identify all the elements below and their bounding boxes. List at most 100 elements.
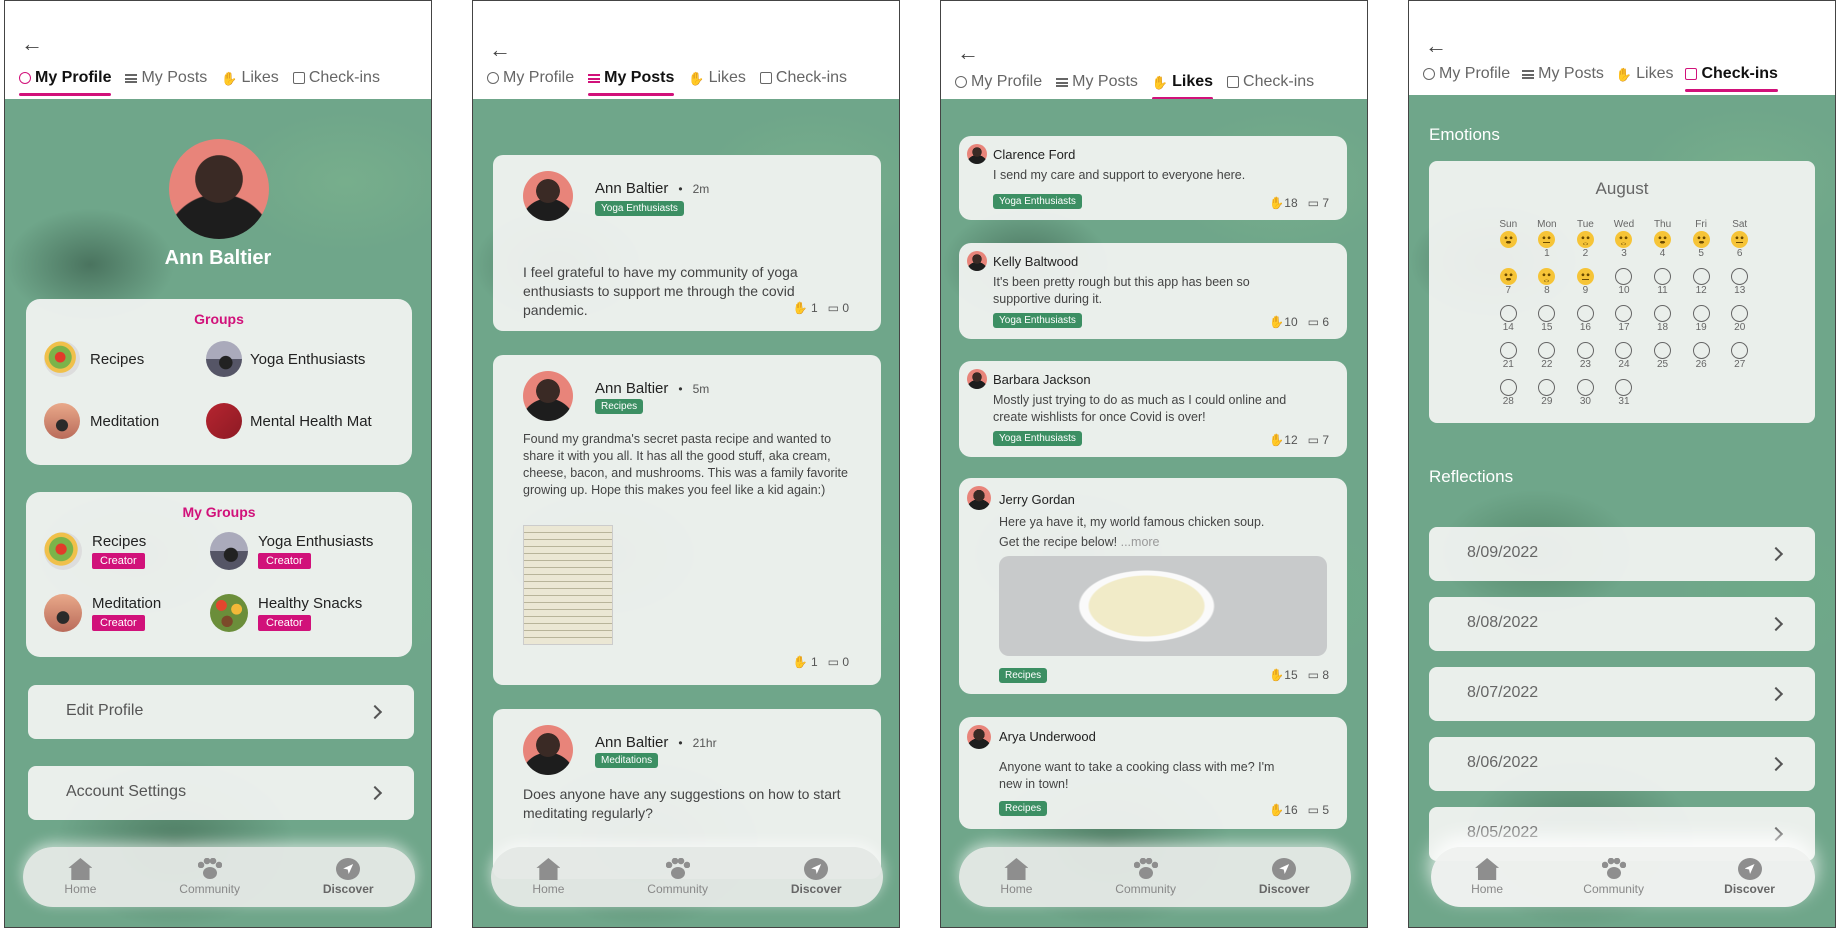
group-item[interactable]: Yoga Enthusiasts — [206, 341, 365, 377]
recipe-image[interactable] — [523, 525, 613, 645]
account-settings-button[interactable]: Account Settings — [28, 766, 414, 820]
nav-home[interactable]: Home — [64, 858, 96, 896]
post-card[interactable]: Ann Baltier • 2m Yoga Enthusiasts I feel… — [493, 155, 881, 331]
reflection-row[interactable]: 8/09/2022 — [1429, 527, 1815, 581]
tab-likes[interactable]: ✋ Likes — [688, 69, 746, 91]
calendar-day[interactable]: 20 — [1720, 305, 1759, 336]
nav-discover[interactable]: Discover — [791, 858, 842, 896]
calendar-day[interactable]: 31 — [1605, 379, 1644, 410]
read-more-link[interactable]: ...more — [1121, 535, 1160, 549]
back-arrow-icon[interactable]: ← — [21, 33, 43, 55]
calendar-day[interactable]: 7 — [1489, 268, 1528, 299]
comment-button[interactable]: ▭ 5 — [1308, 803, 1329, 817]
comment-button[interactable]: ▭ 0 — [828, 655, 849, 669]
calendar-day[interactable]: 2 — [1566, 231, 1605, 262]
group-item[interactable]: Mental Health Mat — [206, 403, 402, 439]
calendar-day[interactable]: 24 — [1605, 342, 1644, 373]
nav-community[interactable]: Community — [647, 858, 708, 896]
my-group-item[interactable]: Healthy Snacks Creator — [210, 594, 362, 632]
liked-post-card[interactable]: Jerry Gordan Here ya have it, my world f… — [959, 478, 1347, 694]
calendar-day[interactable]: 23 — [1566, 342, 1605, 373]
tab-my-profile[interactable]: My Profile — [487, 69, 574, 91]
clap-button[interactable]: ✋10 — [1269, 315, 1297, 329]
my-group-item[interactable]: Meditation Creator — [44, 594, 161, 632]
nav-home[interactable]: Home — [532, 858, 564, 896]
nav-home[interactable]: Home — [1471, 858, 1503, 896]
group-tag[interactable]: Yoga Enthusiasts — [595, 201, 684, 216]
calendar-day[interactable]: 26 — [1682, 342, 1721, 373]
calendar-day[interactable]: 28 — [1489, 379, 1528, 410]
tab-my-posts[interactable]: My Posts — [1056, 73, 1138, 95]
tab-my-posts[interactable]: My Posts — [1522, 65, 1604, 87]
group-tag[interactable]: Meditations — [595, 753, 659, 768]
liked-post-card[interactable]: Arya Underwood Anyone want to take a coo… — [959, 717, 1347, 829]
calendar-day[interactable]: 13 — [1720, 268, 1759, 299]
tab-check-ins[interactable]: Check-ins — [759, 69, 847, 91]
tab-check-ins[interactable]: Check-ins — [1227, 73, 1314, 95]
tab-my-profile[interactable]: My Profile — [1423, 65, 1510, 87]
back-arrow-icon[interactable]: ← — [1425, 35, 1447, 57]
calendar-day[interactable]: 25 — [1643, 342, 1682, 373]
tab-my-profile[interactable]: My Profile — [955, 73, 1042, 95]
clap-button[interactable]: ✋15 — [1269, 668, 1297, 682]
calendar-day[interactable]: 1 — [1528, 231, 1567, 262]
group-tag[interactable]: Yoga Enthusiasts — [993, 313, 1082, 328]
group-tag[interactable]: Yoga Enthusiasts — [993, 431, 1082, 446]
calendar-day[interactable]: 22 — [1528, 342, 1567, 373]
calendar-day[interactable]: 14 — [1489, 305, 1528, 336]
calendar-day[interactable]: 18 — [1643, 305, 1682, 336]
tab-my-profile[interactable]: My Profile — [19, 69, 112, 96]
tab-likes[interactable]: ✋ Likes — [221, 69, 279, 91]
calendar-day[interactable] — [1489, 231, 1528, 262]
clap-button[interactable]: ✋18 — [1269, 196, 1297, 210]
nav-discover[interactable]: Discover — [1724, 858, 1775, 896]
edit-profile-button[interactable]: Edit Profile — [28, 685, 414, 739]
reflection-row[interactable]: 8/08/2022 — [1429, 597, 1815, 651]
back-arrow-icon[interactable]: ← — [957, 42, 979, 64]
tab-my-posts[interactable]: My Posts — [588, 69, 675, 96]
group-tag[interactable]: Yoga Enthusiasts — [993, 194, 1082, 209]
clap-button[interactable]: ✋ 1 — [793, 655, 818, 669]
nav-home[interactable]: Home — [1000, 858, 1032, 896]
tab-my-posts[interactable]: My Posts — [125, 69, 207, 91]
calendar-day[interactable]: 19 — [1682, 305, 1721, 336]
calendar-day[interactable]: 9 — [1566, 268, 1605, 299]
calendar-day[interactable]: 3 — [1605, 231, 1644, 262]
nav-community[interactable]: Community — [1115, 858, 1176, 896]
tab-check-ins[interactable]: Check-ins — [1685, 65, 1779, 92]
group-tag[interactable]: Recipes — [999, 801, 1048, 816]
calendar-day[interactable]: 21 — [1489, 342, 1528, 373]
calendar-day[interactable]: 15 — [1528, 305, 1567, 336]
tab-likes[interactable]: ✋ Likes — [1616, 65, 1674, 87]
clap-button[interactable]: ✋12 — [1269, 433, 1297, 447]
calendar-day[interactable]: 17 — [1605, 305, 1644, 336]
group-tag[interactable]: Recipes — [595, 399, 644, 414]
group-item[interactable]: Recipes — [44, 341, 144, 377]
calendar-day[interactable]: 11 — [1643, 268, 1682, 299]
comment-button[interactable]: ▭ 7 — [1308, 433, 1329, 447]
nav-community[interactable]: Community — [1583, 858, 1644, 896]
comment-button[interactable]: ▭ 8 — [1308, 668, 1329, 682]
comment-button[interactable]: ▭ 0 — [828, 301, 849, 315]
tab-check-ins[interactable]: Check-ins — [292, 69, 380, 91]
post-card[interactable]: Ann Baltier • 5m Recipes Found my grandm… — [493, 355, 881, 685]
nav-discover[interactable]: Discover — [323, 858, 374, 896]
comment-button[interactable]: ▭ 7 — [1308, 196, 1329, 210]
calendar-day[interactable]: 29 — [1528, 379, 1567, 410]
group-item[interactable]: Meditation — [44, 403, 159, 439]
reflection-row[interactable]: 8/07/2022 — [1429, 667, 1815, 721]
calendar-day[interactable]: 10 — [1605, 268, 1644, 299]
calendar-day[interactable]: 30 — [1566, 379, 1605, 410]
my-group-item[interactable]: Recipes Creator — [44, 532, 146, 570]
calendar-day[interactable]: 4 — [1643, 231, 1682, 262]
calendar-day[interactable]: 12 — [1682, 268, 1721, 299]
liked-post-card[interactable]: Barbara Jackson Mostly just trying to do… — [959, 361, 1347, 457]
clap-button[interactable]: ✋16 — [1269, 803, 1297, 817]
calendar-day[interactable]: 16 — [1566, 305, 1605, 336]
group-tag[interactable]: Recipes — [999, 668, 1048, 683]
calendar-day[interactable]: 6 — [1720, 231, 1759, 262]
soup-image[interactable] — [999, 556, 1327, 656]
liked-post-card[interactable]: Clarence Ford I send my care and support… — [959, 136, 1347, 220]
calendar-day[interactable]: 8 — [1528, 268, 1567, 299]
clap-button[interactable]: ✋ 1 — [793, 301, 818, 315]
